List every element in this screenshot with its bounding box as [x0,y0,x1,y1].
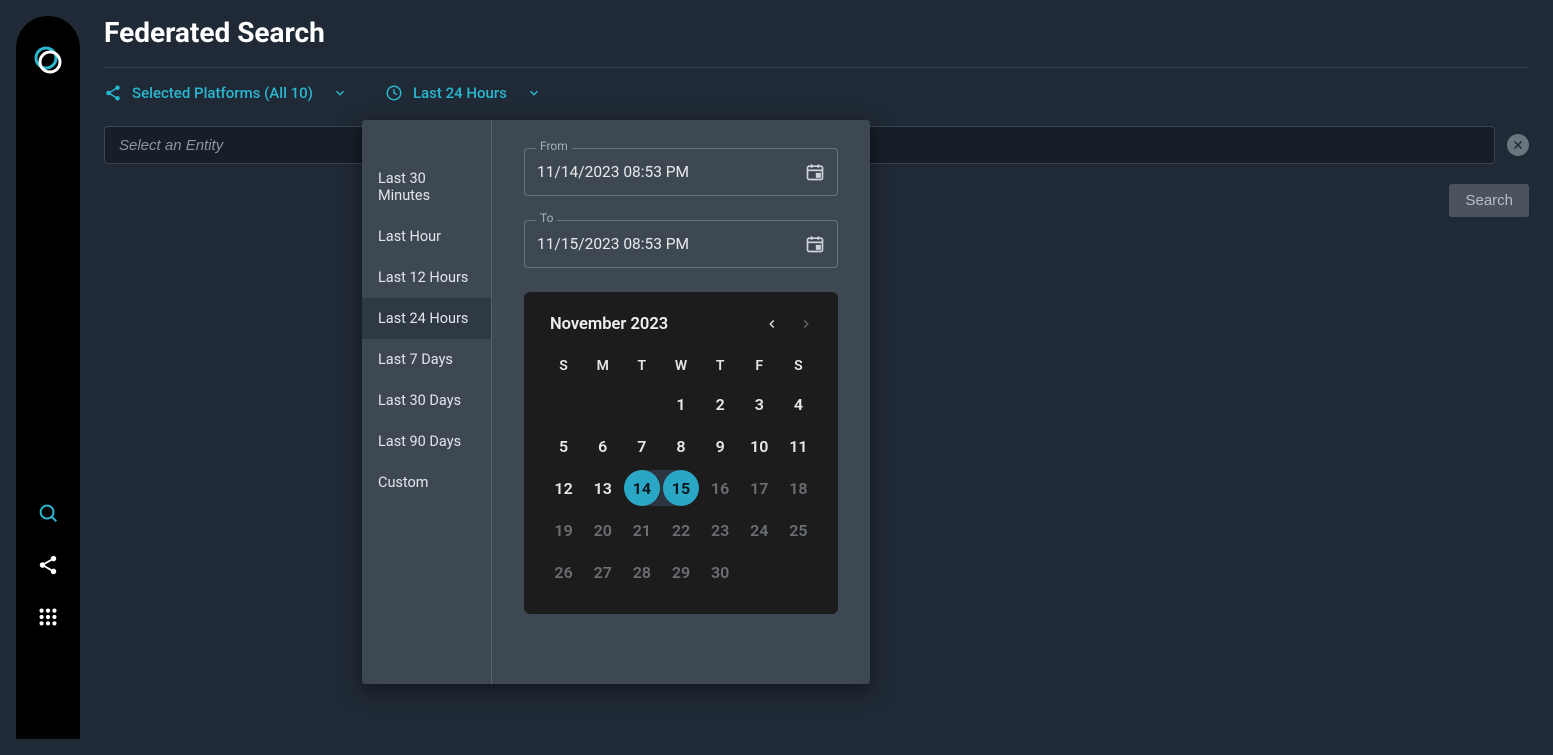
time-preset-item[interactable]: Last 24 Hours [362,298,491,339]
calendar-day[interactable]: 27 [583,554,622,590]
time-preset-item[interactable]: Last 30 Days [362,380,491,421]
calendar-dow: S [779,352,818,380]
calendar-day[interactable]: 16 [701,470,740,506]
calendar-dow: T [701,352,740,380]
calendar-day[interactable]: 1 [661,386,700,422]
calendar-month-label: November 2023 [544,315,668,334]
calendar-day[interactable]: 3 [740,386,779,422]
calendar-day[interactable]: 23 [701,512,740,548]
calendar-day[interactable]: 7 [622,428,661,464]
calendar-dow: S [544,352,583,380]
calendar-day [583,386,622,422]
time-preset-item[interactable]: Last Hour [362,216,491,257]
calendar-icon [805,162,825,182]
apps-grid-icon[interactable] [36,605,60,629]
share-small-icon [104,84,122,102]
from-label: From [536,139,572,153]
app-logo [28,40,68,80]
filter-bar: Selected Platforms (All 10) Last 24 Hour… [104,84,1529,102]
calendar-day[interactable]: 17 [740,470,779,506]
calendar-day[interactable]: 6 [583,428,622,464]
to-date-field[interactable]: 11/15/2023 08:53 PM [524,220,838,268]
calendar-dow: F [740,352,779,380]
calendar-day[interactable]: 28 [622,554,661,590]
calendar-day[interactable]: 12 [544,470,583,506]
calendar: November 2023 SMTWTFS1234567891011121314… [524,292,838,614]
calendar-day [779,554,818,590]
calendar-day[interactable]: 8 [661,428,700,464]
time-preset-item[interactable]: Last 90 Days [362,421,491,462]
platforms-filter[interactable]: Selected Platforms (All 10) [104,84,349,102]
calendar-day [622,386,661,422]
calendar-day[interactable]: 11 [779,428,818,464]
calendar-day[interactable]: 26 [544,554,583,590]
date-pane: From 11/14/2023 08:53 PM To 11/15/2023 0… [492,120,870,684]
calendar-prev-button[interactable] [760,312,784,336]
calendar-day[interactable]: 19 [544,512,583,548]
calendar-day[interactable]: 21 [622,512,661,548]
calendar-day[interactable]: 13 [583,470,622,506]
calendar-grid: SMTWTFS123456789101112131415161718192021… [544,352,818,590]
time-preset-item[interactable]: Last 7 Days [362,339,491,380]
to-date-value: 11/15/2023 08:53 PM [537,235,689,253]
calendar-dow: T [622,352,661,380]
calendar-day [740,554,779,590]
clock-icon [385,84,403,102]
calendar-day[interactable]: 30 [701,554,740,590]
platforms-filter-label: Selected Platforms (All 10) [132,84,313,102]
calendar-day[interactable]: 4 [779,386,818,422]
calendar-day[interactable]: 25 [779,512,818,548]
page-title: Federated Search [104,16,1529,49]
calendar-day[interactable]: 15 [661,470,700,506]
calendar-day[interactable]: 2 [701,386,740,422]
time-filter[interactable]: Last 24 Hours [385,84,543,102]
time-preset-item[interactable]: Last 30 Minutes [362,158,491,216]
calendar-icon [805,234,825,254]
search-icon[interactable] [36,501,60,525]
time-preset-item[interactable]: Last 12 Hours [362,257,491,298]
calendar-day[interactable]: 14 [622,470,661,506]
from-date-value: 11/14/2023 08:53 PM [537,163,689,181]
calendar-day[interactable]: 22 [661,512,700,548]
calendar-day[interactable]: 5 [544,428,583,464]
calendar-dow: W [661,352,700,380]
calendar-next-button[interactable] [794,312,818,336]
calendar-day[interactable]: 29 [661,554,700,590]
sidebar [16,16,80,739]
calendar-day[interactable]: 9 [701,428,740,464]
time-presets-list: Last 30 MinutesLast HourLast 12 HoursLas… [362,120,492,684]
from-date-field[interactable]: 11/14/2023 08:53 PM [524,148,838,196]
calendar-day[interactable]: 20 [583,512,622,548]
divider [104,67,1529,68]
chevron-down-icon [525,84,543,102]
time-filter-label: Last 24 Hours [413,84,507,102]
calendar-day[interactable]: 24 [740,512,779,548]
to-label: To [536,211,557,225]
clear-entity-button[interactable] [1507,134,1529,156]
time-preset-item[interactable]: Custom [362,462,491,503]
share-icon[interactable] [36,553,60,577]
calendar-day[interactable]: 18 [779,470,818,506]
chevron-down-icon [331,84,349,102]
time-range-panel: Last 30 MinutesLast HourLast 12 HoursLas… [362,120,870,684]
calendar-day [544,386,583,422]
calendar-day[interactable]: 10 [740,428,779,464]
search-button[interactable]: Search [1449,184,1529,217]
calendar-dow: M [583,352,622,380]
